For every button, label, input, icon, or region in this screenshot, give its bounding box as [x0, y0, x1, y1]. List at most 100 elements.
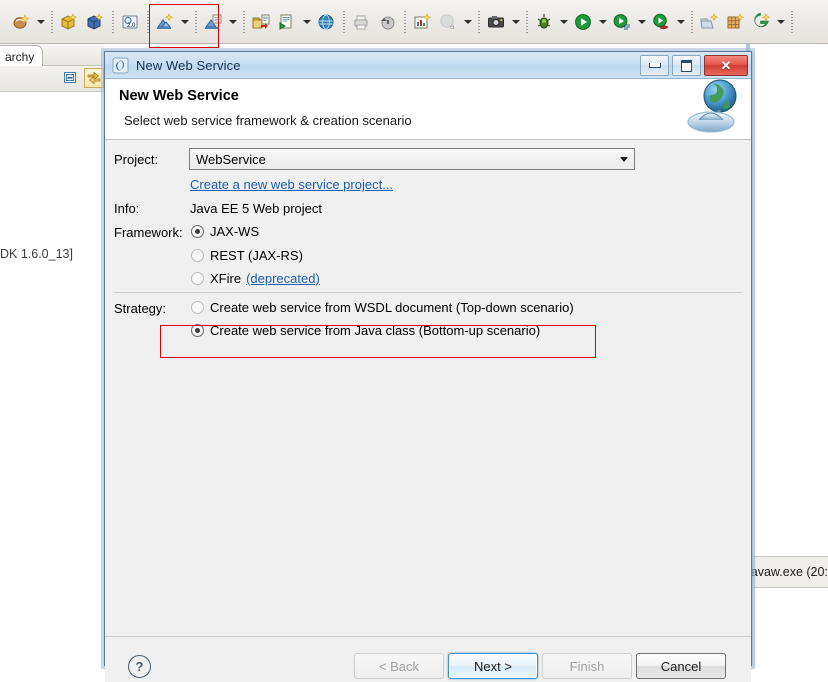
toolbar-separator [108, 9, 117, 35]
screen-root: archy DK 1.6.0_13] javaw.exe (20: 2.0 a … [0, 0, 828, 682]
toolbar-separator [143, 9, 152, 35]
open-type-icon[interactable] [696, 9, 722, 35]
toolbar-separator [339, 9, 348, 35]
toolbar-separator [239, 9, 248, 35]
dialog-header: New Web Service Select web service frame… [105, 79, 751, 140]
minimize-view-icon[interactable] [62, 69, 80, 87]
framework-option-xfire[interactable]: XFire (deprecated) [191, 271, 320, 286]
page-subtitle: Select web service framework & creation … [124, 113, 412, 128]
strategy-label: Strategy: [114, 301, 167, 316]
framework-option-jaxws[interactable]: JAX-WS [191, 224, 259, 239]
toolbar-separator [47, 9, 56, 35]
print-icon[interactable] [348, 9, 374, 35]
strategy-option-label: Create web service from WSDL document (T… [210, 300, 574, 315]
finish-button[interactable]: Finish [542, 653, 632, 679]
minimize-icon [648, 63, 661, 68]
framework-option-label: REST (JAX-RS) [210, 248, 303, 263]
radio-button-unselected[interactable] [191, 301, 204, 314]
back-button[interactable]: < Back [354, 653, 444, 679]
close-icon: ✕ [720, 58, 732, 73]
window-controls: ✕ [640, 55, 748, 76]
screenshot-dropdown-arrow[interactable] [509, 9, 522, 35]
strategy-option-topdown[interactable]: Create web service from WSDL document (T… [191, 300, 574, 315]
export-icon[interactable] [274, 9, 300, 35]
run-history-icon[interactable] [609, 9, 635, 35]
help-button[interactable]: ? [128, 655, 151, 678]
globe-disabled-icon: a [435, 9, 461, 35]
minimize-button[interactable] [640, 55, 669, 76]
info-label: Info: [114, 201, 140, 216]
strategy-option-label: Create web service from Java class (Bott… [210, 323, 541, 338]
toolbar-separator [687, 9, 696, 35]
new-java-project-dropdown-arrow[interactable] [34, 9, 47, 35]
run-icon[interactable] [570, 9, 596, 35]
svg-text:2.0: 2.0 [127, 23, 136, 29]
project-combobox[interactable]: WebService [189, 148, 635, 170]
new-web-service-dialog: New Web Service ✕ New Web Service Select… [104, 51, 752, 682]
run-server-dropdown-arrow[interactable] [674, 9, 687, 35]
toolbar-separator [522, 9, 531, 35]
dialog-titlebar[interactable]: New Web Service ✕ [105, 52, 751, 79]
search-g-dropdown-arrow[interactable] [774, 9, 787, 35]
next-button[interactable]: Next > [448, 653, 538, 679]
cancel-button[interactable]: Cancel [636, 653, 726, 679]
dialog-body: Project: WebService Create a new web ser… [105, 140, 751, 636]
run-server-icon[interactable] [648, 9, 674, 35]
create-new-project-link[interactable]: Create a new web service project... [190, 177, 393, 192]
web-service-icon [112, 57, 129, 74]
new-web-service-client-icon[interactable] [200, 9, 226, 35]
info-value: Java EE 5 Web project [190, 201, 322, 216]
strategy-option-bottomup[interactable]: Create web service from Java class (Bott… [191, 323, 540, 338]
sync-view-icon[interactable] [84, 68, 104, 88]
svg-text:a: a [450, 22, 455, 31]
toolbar-separator [400, 9, 409, 35]
new-web-service-dropdown-arrow[interactable] [178, 9, 191, 35]
project-label: Project: [114, 152, 159, 167]
undo-history-icon[interactable] [374, 9, 400, 35]
project-selected-value: WebService [196, 151, 266, 167]
close-button[interactable]: ✕ [704, 55, 748, 76]
maximize-icon [681, 59, 692, 72]
new-web-service-icon[interactable] [152, 9, 178, 35]
dialog-footer: ? < Back Next > Finish Cancel [105, 636, 751, 682]
screenshot-icon[interactable] [483, 9, 509, 35]
new-package-icon[interactable] [56, 9, 82, 35]
page-title: New Web Service [119, 88, 239, 104]
maximize-button[interactable] [672, 55, 701, 76]
radio-button-selected[interactable] [191, 324, 204, 337]
deprecated-link[interactable]: (deprecated) [246, 271, 320, 286]
new-class-icon[interactable] [82, 9, 108, 35]
import-icon[interactable] [248, 9, 274, 35]
radio-button-unselected[interactable] [191, 272, 204, 285]
radio-button-selected[interactable] [191, 225, 204, 238]
globe-service-icon [675, 76, 747, 140]
debug-dropdown-arrow[interactable] [557, 9, 570, 35]
editor-tab-hierarchy[interactable]: archy [0, 45, 44, 66]
framework-label: Framework: [114, 225, 183, 240]
framework-option-rest[interactable]: REST (JAX-RS) [191, 248, 303, 263]
framework-option-label: XFire [210, 271, 242, 286]
debug-icon[interactable] [531, 9, 557, 35]
dialog-title: New Web Service [136, 57, 241, 73]
globe-dropdown-arrow[interactable] [461, 9, 474, 35]
jdk-version-text: DK 1.6.0_13] [0, 247, 73, 261]
new-chart-icon[interactable] [409, 9, 435, 35]
ide-main-toolbar: 2.0 a [0, 0, 828, 44]
toolbar-separator [474, 9, 483, 35]
export-dropdown-arrow[interactable] [300, 9, 313, 35]
new-java-project-icon[interactable] [8, 9, 34, 35]
run-history-dropdown-arrow[interactable] [635, 9, 648, 35]
toolbar-separator [191, 9, 200, 35]
run-dropdown-arrow[interactable] [596, 9, 609, 35]
radio-button-unselected[interactable] [191, 249, 204, 262]
toolbar-separator [787, 9, 796, 35]
framework-option-label: JAX-WS [210, 224, 260, 239]
new-grid-icon[interactable] [722, 9, 748, 35]
console-process-label: javaw.exe (20: [748, 565, 828, 579]
editor-left-background [0, 44, 104, 682]
new-annotation-icon[interactable]: 2.0 [117, 9, 143, 35]
search-g-icon[interactable] [748, 9, 774, 35]
new-web-service-client-dropdown-arrow[interactable] [226, 9, 239, 35]
chevron-down-icon[interactable] [615, 150, 633, 168]
open-browser-icon[interactable] [313, 9, 339, 35]
